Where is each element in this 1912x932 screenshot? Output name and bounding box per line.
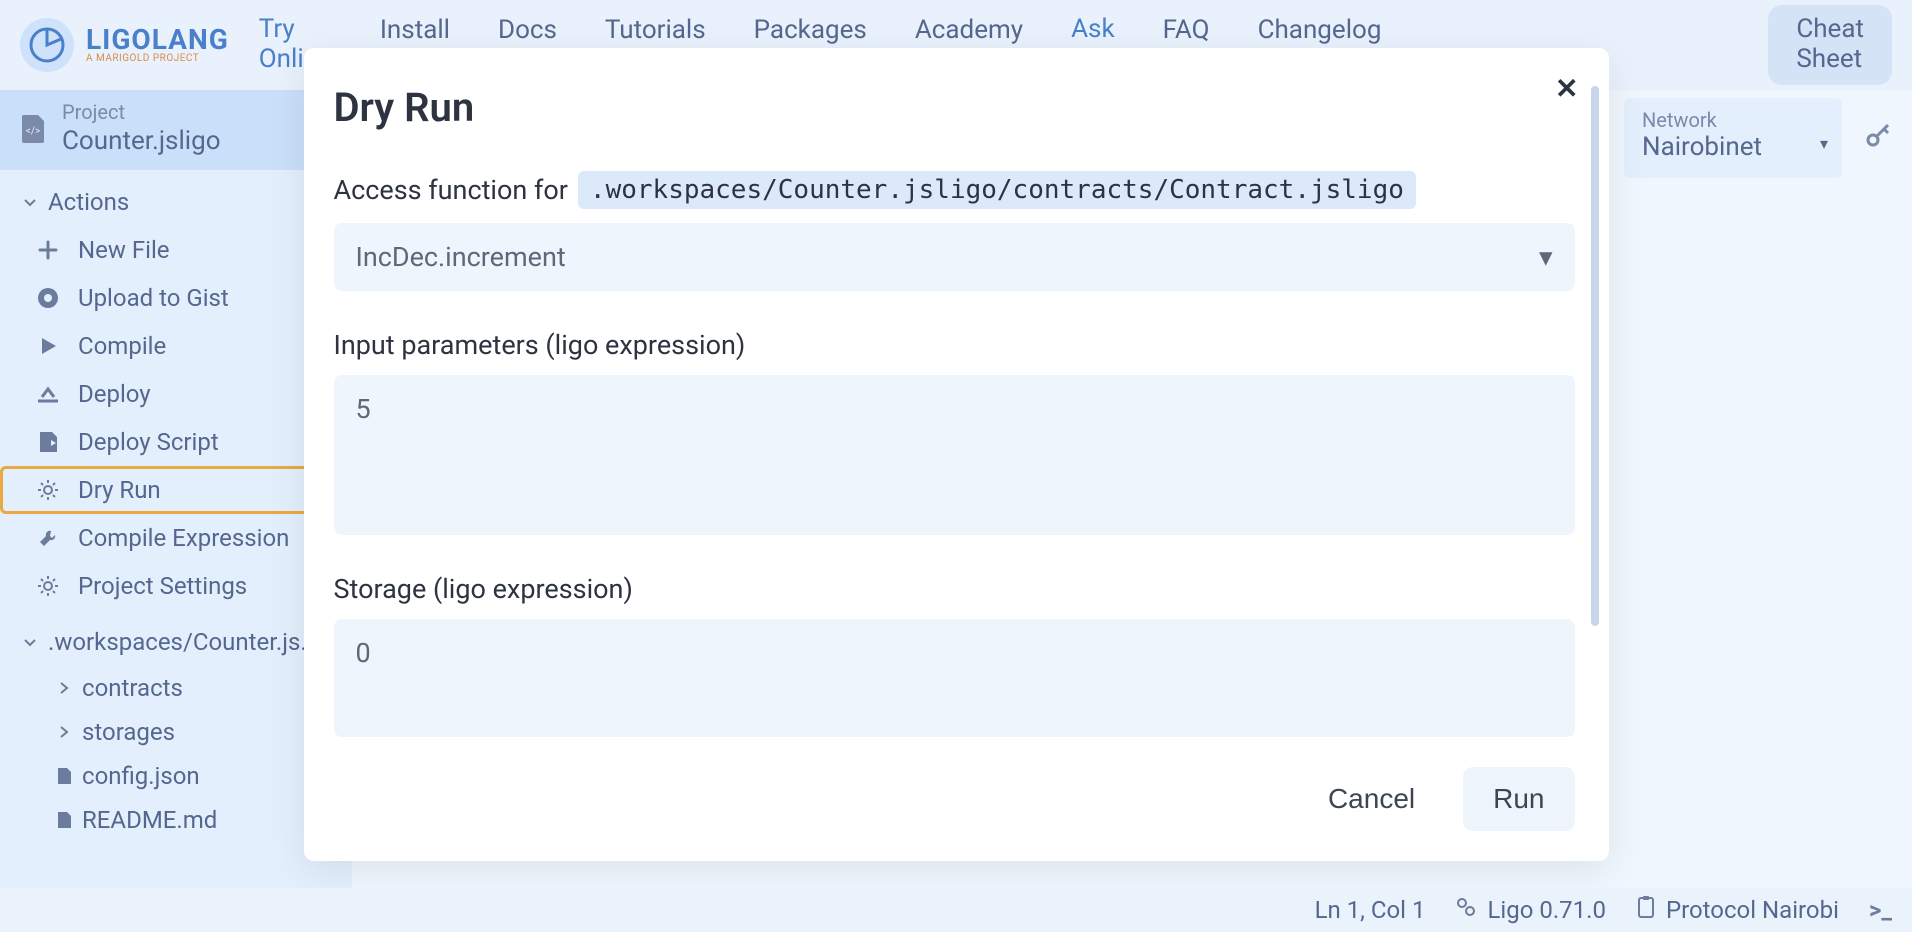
sidebar-item-label: Dry Run — [78, 476, 161, 504]
chevron-right-icon — [56, 680, 72, 696]
contract-path-chip: .workspaces/Counter.jsligo/contracts/Con… — [578, 171, 1416, 209]
terminal-toggle[interactable]: >_ — [1869, 896, 1892, 924]
gear-icon — [34, 478, 62, 502]
sidebar-item-label: Deploy Script — [78, 428, 219, 456]
modal-title: Dry Run — [334, 84, 1575, 131]
storage-field[interactable] — [334, 619, 1575, 737]
deploy-icon — [34, 383, 62, 405]
input-params-field[interactable] — [334, 375, 1575, 535]
function-select[interactable]: IncDec.increment ▾ — [334, 223, 1575, 291]
sidebar-item-label: Compile — [78, 332, 166, 360]
sidebar-item-dry-run[interactable]: Dry Run — [0, 466, 352, 514]
play-icon — [34, 335, 62, 357]
sidebar: </> Project Counter.jsligo Actions New F… — [0, 90, 352, 888]
run-button[interactable]: Run — [1463, 767, 1574, 831]
wrench-icon — [34, 527, 62, 549]
key-icon[interactable] — [1864, 121, 1892, 156]
close-icon[interactable]: ✕ — [1555, 72, 1578, 105]
cheat-sheet-button[interactable]: CheatSheet — [1768, 5, 1892, 85]
sidebar-item-label: Compile Expression — [78, 524, 289, 552]
access-function-label: Access function for — [334, 174, 568, 206]
sidebar-item-project-settings[interactable]: Project Settings — [0, 562, 352, 610]
svg-text:</>: </> — [26, 126, 40, 137]
cursor-position: Ln 1, Col 1 — [1315, 896, 1426, 924]
logo-icon — [20, 18, 74, 72]
sidebar-item-label: Project Settings — [78, 572, 247, 600]
ligo-version[interactable]: Ligo 0.71.0 — [1455, 896, 1606, 924]
tree-folder-storages[interactable]: storages — [0, 710, 352, 754]
chevron-down-icon — [22, 194, 38, 210]
storage-label: Storage (ligo expression) — [334, 573, 633, 605]
clipboard-icon — [1636, 895, 1656, 925]
chevron-down-icon — [22, 634, 38, 650]
settings-icon — [1455, 896, 1477, 924]
sidebar-item-new-file[interactable]: New File — [0, 226, 352, 274]
status-bar: Ln 1, Col 1 Ligo 0.71.0 Protocol Nairobi… — [0, 888, 1912, 932]
project-label: Project — [62, 100, 221, 125]
logo[interactable]: LIGOLANG A MARIGOLD PROJECT — [20, 18, 229, 72]
file-icon — [56, 812, 72, 828]
github-icon — [34, 286, 62, 310]
plus-icon — [34, 239, 62, 261]
actions-header[interactable]: Actions — [0, 170, 352, 226]
sidebar-item-deploy[interactable]: Deploy — [0, 370, 352, 418]
tree-file-config[interactable]: config.json — [0, 754, 352, 798]
tree-folder-contracts[interactable]: contracts — [0, 666, 352, 710]
protocol[interactable]: Protocol Nairobi — [1636, 895, 1839, 925]
sidebar-item-compile-expression[interactable]: Compile Expression — [0, 514, 352, 562]
terminal-icon: >_ — [1869, 896, 1892, 924]
caret-down-icon: ▾ — [1539, 241, 1553, 273]
gear-icon — [34, 574, 62, 598]
chevron-right-icon — [56, 724, 72, 740]
sidebar-item-upload-gist[interactable]: Upload to Gist — [0, 274, 352, 322]
caret-down-icon: ▾ — [1820, 134, 1828, 153]
workspace-header[interactable]: .workspaces/Counter.js... — [0, 610, 352, 666]
dry-run-modal: ✕ Dry Run Access function for .workspace… — [304, 48, 1609, 861]
modal-scrollbar[interactable] — [1591, 86, 1599, 626]
tree-file-readme[interactable]: README.md — [0, 798, 352, 842]
project-name: Counter.jsligo — [62, 125, 221, 158]
code-file-icon: </> — [18, 112, 48, 146]
project-header[interactable]: </> Project Counter.jsligo — [0, 90, 352, 170]
cancel-button[interactable]: Cancel — [1306, 767, 1437, 831]
file-icon — [56, 768, 72, 784]
sidebar-item-compile[interactable]: Compile — [0, 322, 352, 370]
input-params-label: Input parameters (ligo expression) — [334, 329, 746, 361]
logo-text: LIGOLANG A MARIGOLD PROJECT — [86, 26, 229, 64]
network-selector[interactable]: Network Nairobinet ▾ — [1624, 98, 1842, 178]
sidebar-item-label: New File — [78, 236, 170, 264]
sidebar-item-label: Deploy — [78, 380, 151, 408]
deploy-script-icon — [34, 430, 62, 454]
sidebar-item-label: Upload to Gist — [78, 284, 229, 312]
sidebar-item-deploy-script[interactable]: Deploy Script — [0, 418, 352, 466]
